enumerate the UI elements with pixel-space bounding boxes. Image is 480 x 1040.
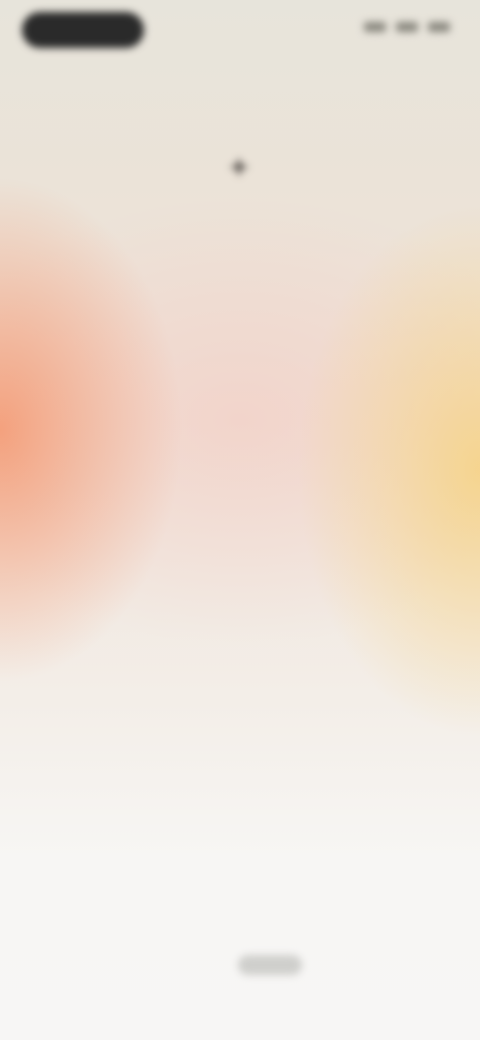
blurred-screen-content — [0, 0, 480, 1040]
wifi-icon — [396, 22, 418, 32]
sparkle-icon — [226, 154, 252, 180]
status-bar — [0, 10, 480, 54]
signal-icon — [364, 22, 386, 32]
dynamic-island-pill[interactable] — [22, 12, 144, 48]
bottom-button[interactable] — [238, 955, 302, 975]
battery-icon — [428, 22, 450, 32]
body-text — [32, 280, 438, 308]
status-icons — [364, 22, 450, 32]
